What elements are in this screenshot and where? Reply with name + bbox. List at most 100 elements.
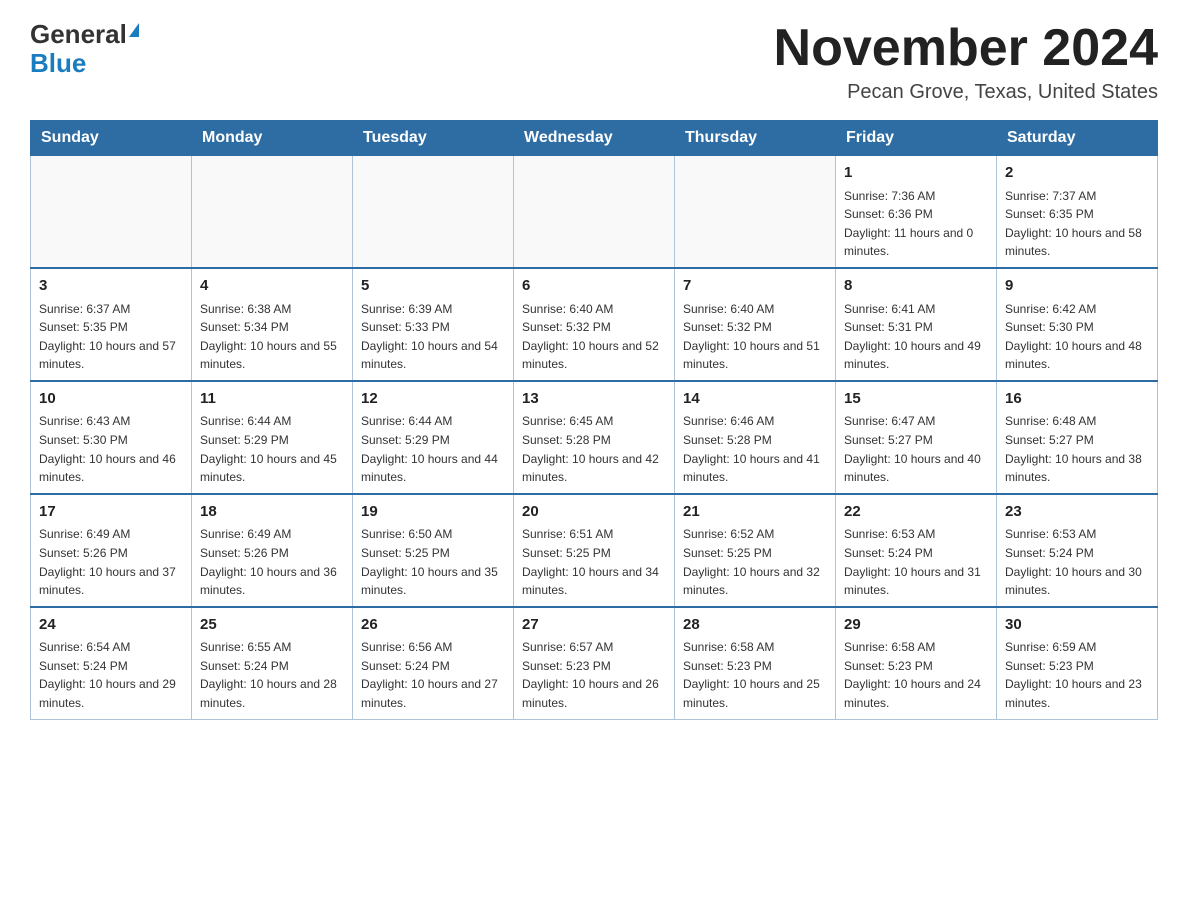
calendar-cell xyxy=(353,156,514,268)
calendar-cell xyxy=(675,156,836,268)
day-number: 2 xyxy=(1005,162,1149,185)
calendar-cell xyxy=(514,156,675,268)
logo-triangle-icon xyxy=(129,23,139,37)
calendar-cell: 12Sunrise: 6:44 AMSunset: 5:29 PMDayligh… xyxy=(353,381,514,494)
day-header-thursday: Thursday xyxy=(675,121,836,156)
logo-blue: Blue xyxy=(30,49,86,78)
calendar-cell: 6Sunrise: 6:40 AMSunset: 5:32 PMDaylight… xyxy=(514,268,675,381)
day-info: Sunrise: 6:37 AMSunset: 5:35 PMDaylight:… xyxy=(39,300,183,374)
calendar-cell: 25Sunrise: 6:55 AMSunset: 5:24 PMDayligh… xyxy=(192,607,353,719)
calendar-cell: 13Sunrise: 6:45 AMSunset: 5:28 PMDayligh… xyxy=(514,381,675,494)
day-number: 24 xyxy=(39,614,183,637)
day-number: 11 xyxy=(200,388,344,411)
day-info: Sunrise: 6:57 AMSunset: 5:23 PMDaylight:… xyxy=(522,638,666,712)
day-info: Sunrise: 6:44 AMSunset: 5:29 PMDaylight:… xyxy=(361,412,505,486)
day-number: 6 xyxy=(522,275,666,298)
day-number: 3 xyxy=(39,275,183,298)
day-header-tuesday: Tuesday xyxy=(353,121,514,156)
calendar-cell: 4Sunrise: 6:38 AMSunset: 5:34 PMDaylight… xyxy=(192,268,353,381)
day-number: 27 xyxy=(522,614,666,637)
day-info: Sunrise: 6:38 AMSunset: 5:34 PMDaylight:… xyxy=(200,300,344,374)
day-number: 25 xyxy=(200,614,344,637)
calendar-cell: 1Sunrise: 7:36 AMSunset: 6:36 PMDaylight… xyxy=(836,156,997,268)
page-header: General Blue November 2024 Pecan Grove, … xyxy=(30,20,1158,104)
calendar-week-row: 1Sunrise: 7:36 AMSunset: 6:36 PMDaylight… xyxy=(31,156,1158,268)
calendar-cell: 26Sunrise: 6:56 AMSunset: 5:24 PMDayligh… xyxy=(353,607,514,719)
day-number: 22 xyxy=(844,501,988,524)
day-number: 17 xyxy=(39,501,183,524)
day-number: 15 xyxy=(844,388,988,411)
day-number: 14 xyxy=(683,388,827,411)
day-number: 12 xyxy=(361,388,505,411)
day-header-friday: Friday xyxy=(836,121,997,156)
day-info: Sunrise: 6:43 AMSunset: 5:30 PMDaylight:… xyxy=(39,412,183,486)
day-info: Sunrise: 6:52 AMSunset: 5:25 PMDaylight:… xyxy=(683,525,827,599)
calendar-cell: 10Sunrise: 6:43 AMSunset: 5:30 PMDayligh… xyxy=(31,381,192,494)
day-info: Sunrise: 6:41 AMSunset: 5:31 PMDaylight:… xyxy=(844,300,988,374)
day-header-saturday: Saturday xyxy=(997,121,1158,156)
day-number: 5 xyxy=(361,275,505,298)
day-info: Sunrise: 6:55 AMSunset: 5:24 PMDaylight:… xyxy=(200,638,344,712)
calendar-cell: 21Sunrise: 6:52 AMSunset: 5:25 PMDayligh… xyxy=(675,494,836,607)
day-number: 23 xyxy=(1005,501,1149,524)
day-number: 13 xyxy=(522,388,666,411)
day-number: 18 xyxy=(200,501,344,524)
day-number: 7 xyxy=(683,275,827,298)
calendar-cell: 15Sunrise: 6:47 AMSunset: 5:27 PMDayligh… xyxy=(836,381,997,494)
day-info: Sunrise: 6:39 AMSunset: 5:33 PMDaylight:… xyxy=(361,300,505,374)
day-number: 26 xyxy=(361,614,505,637)
calendar-cell: 29Sunrise: 6:58 AMSunset: 5:23 PMDayligh… xyxy=(836,607,997,719)
calendar-cell: 11Sunrise: 6:44 AMSunset: 5:29 PMDayligh… xyxy=(192,381,353,494)
calendar-cell xyxy=(192,156,353,268)
day-header-sunday: Sunday xyxy=(31,121,192,156)
day-number: 21 xyxy=(683,501,827,524)
calendar-week-row: 17Sunrise: 6:49 AMSunset: 5:26 PMDayligh… xyxy=(31,494,1158,607)
calendar-cell: 2Sunrise: 7:37 AMSunset: 6:35 PMDaylight… xyxy=(997,156,1158,268)
calendar-cell: 19Sunrise: 6:50 AMSunset: 5:25 PMDayligh… xyxy=(353,494,514,607)
day-info: Sunrise: 7:37 AMSunset: 6:35 PMDaylight:… xyxy=(1005,187,1149,261)
day-info: Sunrise: 6:53 AMSunset: 5:24 PMDaylight:… xyxy=(1005,525,1149,599)
day-number: 1 xyxy=(844,162,988,185)
day-number: 19 xyxy=(361,501,505,524)
day-number: 20 xyxy=(522,501,666,524)
calendar-cell: 5Sunrise: 6:39 AMSunset: 5:33 PMDaylight… xyxy=(353,268,514,381)
day-info: Sunrise: 6:58 AMSunset: 5:23 PMDaylight:… xyxy=(844,638,988,712)
day-info: Sunrise: 6:50 AMSunset: 5:25 PMDaylight:… xyxy=(361,525,505,599)
day-info: Sunrise: 6:46 AMSunset: 5:28 PMDaylight:… xyxy=(683,412,827,486)
calendar-cell: 7Sunrise: 6:40 AMSunset: 5:32 PMDaylight… xyxy=(675,268,836,381)
day-info: Sunrise: 7:36 AMSunset: 6:36 PMDaylight:… xyxy=(844,187,988,261)
day-info: Sunrise: 6:47 AMSunset: 5:27 PMDaylight:… xyxy=(844,412,988,486)
day-info: Sunrise: 6:58 AMSunset: 5:23 PMDaylight:… xyxy=(683,638,827,712)
day-info: Sunrise: 6:42 AMSunset: 5:30 PMDaylight:… xyxy=(1005,300,1149,374)
day-info: Sunrise: 6:45 AMSunset: 5:28 PMDaylight:… xyxy=(522,412,666,486)
calendar-week-row: 3Sunrise: 6:37 AMSunset: 5:35 PMDaylight… xyxy=(31,268,1158,381)
calendar-cell: 18Sunrise: 6:49 AMSunset: 5:26 PMDayligh… xyxy=(192,494,353,607)
calendar-cell: 28Sunrise: 6:58 AMSunset: 5:23 PMDayligh… xyxy=(675,607,836,719)
day-info: Sunrise: 6:54 AMSunset: 5:24 PMDaylight:… xyxy=(39,638,183,712)
calendar-cell: 17Sunrise: 6:49 AMSunset: 5:26 PMDayligh… xyxy=(31,494,192,607)
day-info: Sunrise: 6:40 AMSunset: 5:32 PMDaylight:… xyxy=(522,300,666,374)
day-number: 28 xyxy=(683,614,827,637)
calendar-cell: 3Sunrise: 6:37 AMSunset: 5:35 PMDaylight… xyxy=(31,268,192,381)
calendar-week-row: 24Sunrise: 6:54 AMSunset: 5:24 PMDayligh… xyxy=(31,607,1158,719)
day-number: 10 xyxy=(39,388,183,411)
calendar-table: SundayMondayTuesdayWednesdayThursdayFrid… xyxy=(30,120,1158,719)
calendar-cell: 22Sunrise: 6:53 AMSunset: 5:24 PMDayligh… xyxy=(836,494,997,607)
day-info: Sunrise: 6:49 AMSunset: 5:26 PMDaylight:… xyxy=(39,525,183,599)
calendar-cell: 20Sunrise: 6:51 AMSunset: 5:25 PMDayligh… xyxy=(514,494,675,607)
calendar-cell xyxy=(31,156,192,268)
calendar-cell: 30Sunrise: 6:59 AMSunset: 5:23 PMDayligh… xyxy=(997,607,1158,719)
day-info: Sunrise: 6:48 AMSunset: 5:27 PMDaylight:… xyxy=(1005,412,1149,486)
calendar-cell: 24Sunrise: 6:54 AMSunset: 5:24 PMDayligh… xyxy=(31,607,192,719)
calendar-week-row: 10Sunrise: 6:43 AMSunset: 5:30 PMDayligh… xyxy=(31,381,1158,494)
title-block: November 2024 Pecan Grove, Texas, United… xyxy=(774,20,1158,104)
calendar-header-row: SundayMondayTuesdayWednesdayThursdayFrid… xyxy=(31,121,1158,156)
day-info: Sunrise: 6:49 AMSunset: 5:26 PMDaylight:… xyxy=(200,525,344,599)
month-title: November 2024 xyxy=(774,20,1158,77)
location-title: Pecan Grove, Texas, United States xyxy=(774,81,1158,104)
day-number: 8 xyxy=(844,275,988,298)
calendar-cell: 8Sunrise: 6:41 AMSunset: 5:31 PMDaylight… xyxy=(836,268,997,381)
day-number: 30 xyxy=(1005,614,1149,637)
day-number: 4 xyxy=(200,275,344,298)
day-header-wednesday: Wednesday xyxy=(514,121,675,156)
